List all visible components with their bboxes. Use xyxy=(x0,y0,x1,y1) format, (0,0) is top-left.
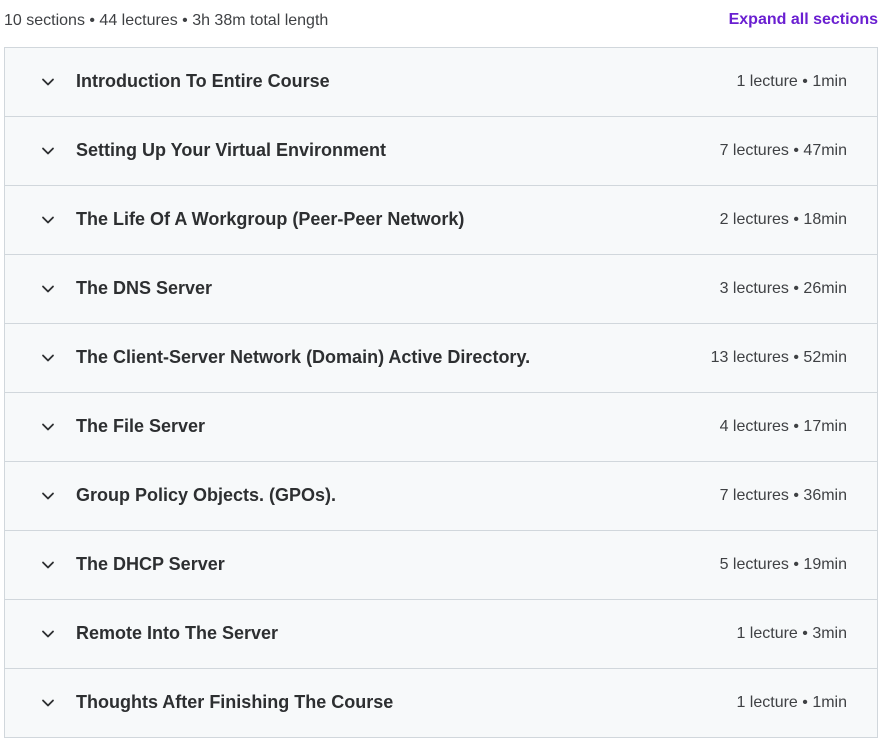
section-row[interactable]: Setting Up Your Virtual Environment 7 le… xyxy=(5,117,877,186)
section-meta: 3 lectures • 26min xyxy=(719,280,847,297)
section-row[interactable]: Introduction To Entire Course 1 lecture … xyxy=(5,48,877,117)
section-row[interactable]: Thoughts After Finishing The Course 1 le… xyxy=(5,669,877,737)
section-row[interactable]: Group Policy Objects. (GPOs). 7 lectures… xyxy=(5,462,877,531)
section-title: The DNS Server xyxy=(76,278,213,298)
chevron-down-icon xyxy=(41,351,55,365)
course-curriculum: 10 sections • 44 lectures • 3h 38m total… xyxy=(0,0,882,741)
section-row[interactable]: The DHCP Server 5 lectures • 19min xyxy=(5,531,877,600)
section-row[interactable]: The DNS Server 3 lectures • 26min xyxy=(5,255,877,324)
section-meta: 1 lecture • 1min xyxy=(736,73,847,90)
chevron-down-icon xyxy=(41,420,55,434)
chevron-down-icon xyxy=(41,144,55,158)
section-title: The File Server xyxy=(76,416,206,436)
section-title: Setting Up Your Virtual Environment xyxy=(76,140,387,160)
section-title: Remote Into The Server xyxy=(76,623,279,643)
section-meta: 1 lecture • 1min xyxy=(736,694,847,711)
chevron-down-icon xyxy=(41,282,55,296)
section-row[interactable]: The Client-Server Network (Domain) Activ… xyxy=(5,324,877,393)
section-meta: 1 lecture • 3min xyxy=(736,625,847,642)
sections-list: Introduction To Entire Course 1 lecture … xyxy=(4,47,878,738)
section-meta: 2 lectures • 18min xyxy=(719,211,847,228)
section-meta: 13 lectures • 52min xyxy=(710,349,847,366)
section-row[interactable]: The Life Of A Workgroup (Peer-Peer Netwo… xyxy=(5,186,877,255)
section-title: Group Policy Objects. (GPOs). xyxy=(76,485,337,505)
section-row[interactable]: Remote Into The Server 1 lecture • 3min xyxy=(5,600,877,669)
chevron-down-icon xyxy=(41,558,55,572)
section-title: Thoughts After Finishing The Course xyxy=(76,692,394,712)
section-title: The DHCP Server xyxy=(76,554,225,574)
section-meta: 7 lectures • 47min xyxy=(719,142,847,159)
expand-all-sections-button[interactable]: Expand all sections xyxy=(729,11,878,29)
section-row[interactable]: The File Server 4 lectures • 17min xyxy=(5,393,877,462)
section-title: The Life Of A Workgroup (Peer-Peer Netwo… xyxy=(76,209,465,229)
section-title: The Client-Server Network (Domain) Activ… xyxy=(76,347,531,367)
chevron-down-icon xyxy=(41,75,55,89)
section-meta: 5 lectures • 19min xyxy=(719,556,847,573)
section-meta: 4 lectures • 17min xyxy=(719,418,847,435)
chevron-down-icon xyxy=(41,213,55,227)
chevron-down-icon xyxy=(41,489,55,503)
curriculum-summary: 10 sections • 44 lectures • 3h 38m total… xyxy=(4,12,329,29)
chevron-down-icon xyxy=(41,696,55,710)
curriculum-summary-bar: 10 sections • 44 lectures • 3h 38m total… xyxy=(0,0,882,46)
section-title: Introduction To Entire Course xyxy=(76,71,330,91)
chevron-down-icon xyxy=(41,627,55,641)
section-meta: 7 lectures • 36min xyxy=(719,487,847,504)
